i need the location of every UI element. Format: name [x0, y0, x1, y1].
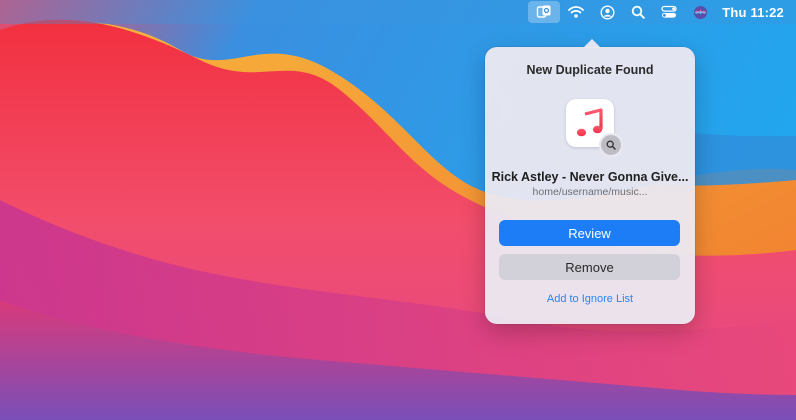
add-to-ignore-list-link[interactable]: Add to Ignore List	[485, 293, 695, 305]
remove-button[interactable]: Remove	[499, 254, 680, 280]
user-icon	[600, 4, 615, 20]
wifi-icon	[568, 6, 585, 18]
duplicate-file-path: home/username/music...	[532, 186, 648, 198]
search-icon	[632, 5, 646, 19]
siri-icon	[694, 5, 708, 19]
music-note-icon	[576, 108, 603, 137]
menubar-clock[interactable]: Thu 11:22	[716, 5, 788, 20]
duplicate-finder-icon	[537, 5, 551, 18]
review-button[interactable]: Review	[499, 220, 680, 246]
duplicate-file-name: Rick Astley - Never Gonna Give...	[491, 170, 689, 184]
menubar-user[interactable]	[592, 0, 623, 24]
control-center-icon	[661, 5, 677, 18]
duplicate-found-popover: New Duplicate Found Rick Astley - Never …	[485, 39, 695, 324]
search-icon	[606, 140, 616, 150]
popover-title: New Duplicate Found	[526, 63, 654, 77]
preview-search-badge[interactable]	[601, 135, 621, 155]
menubar-duplicate-finder[interactable]	[528, 1, 561, 23]
menubar-wifi[interactable]	[560, 0, 592, 24]
popover-arrow	[583, 39, 601, 48]
menubar-siri[interactable]	[685, 0, 716, 24]
menubar-control-center[interactable]	[653, 0, 685, 24]
menu-bar: Thu 11:22	[0, 0, 796, 24]
menubar-spotlight[interactable]	[623, 0, 653, 24]
